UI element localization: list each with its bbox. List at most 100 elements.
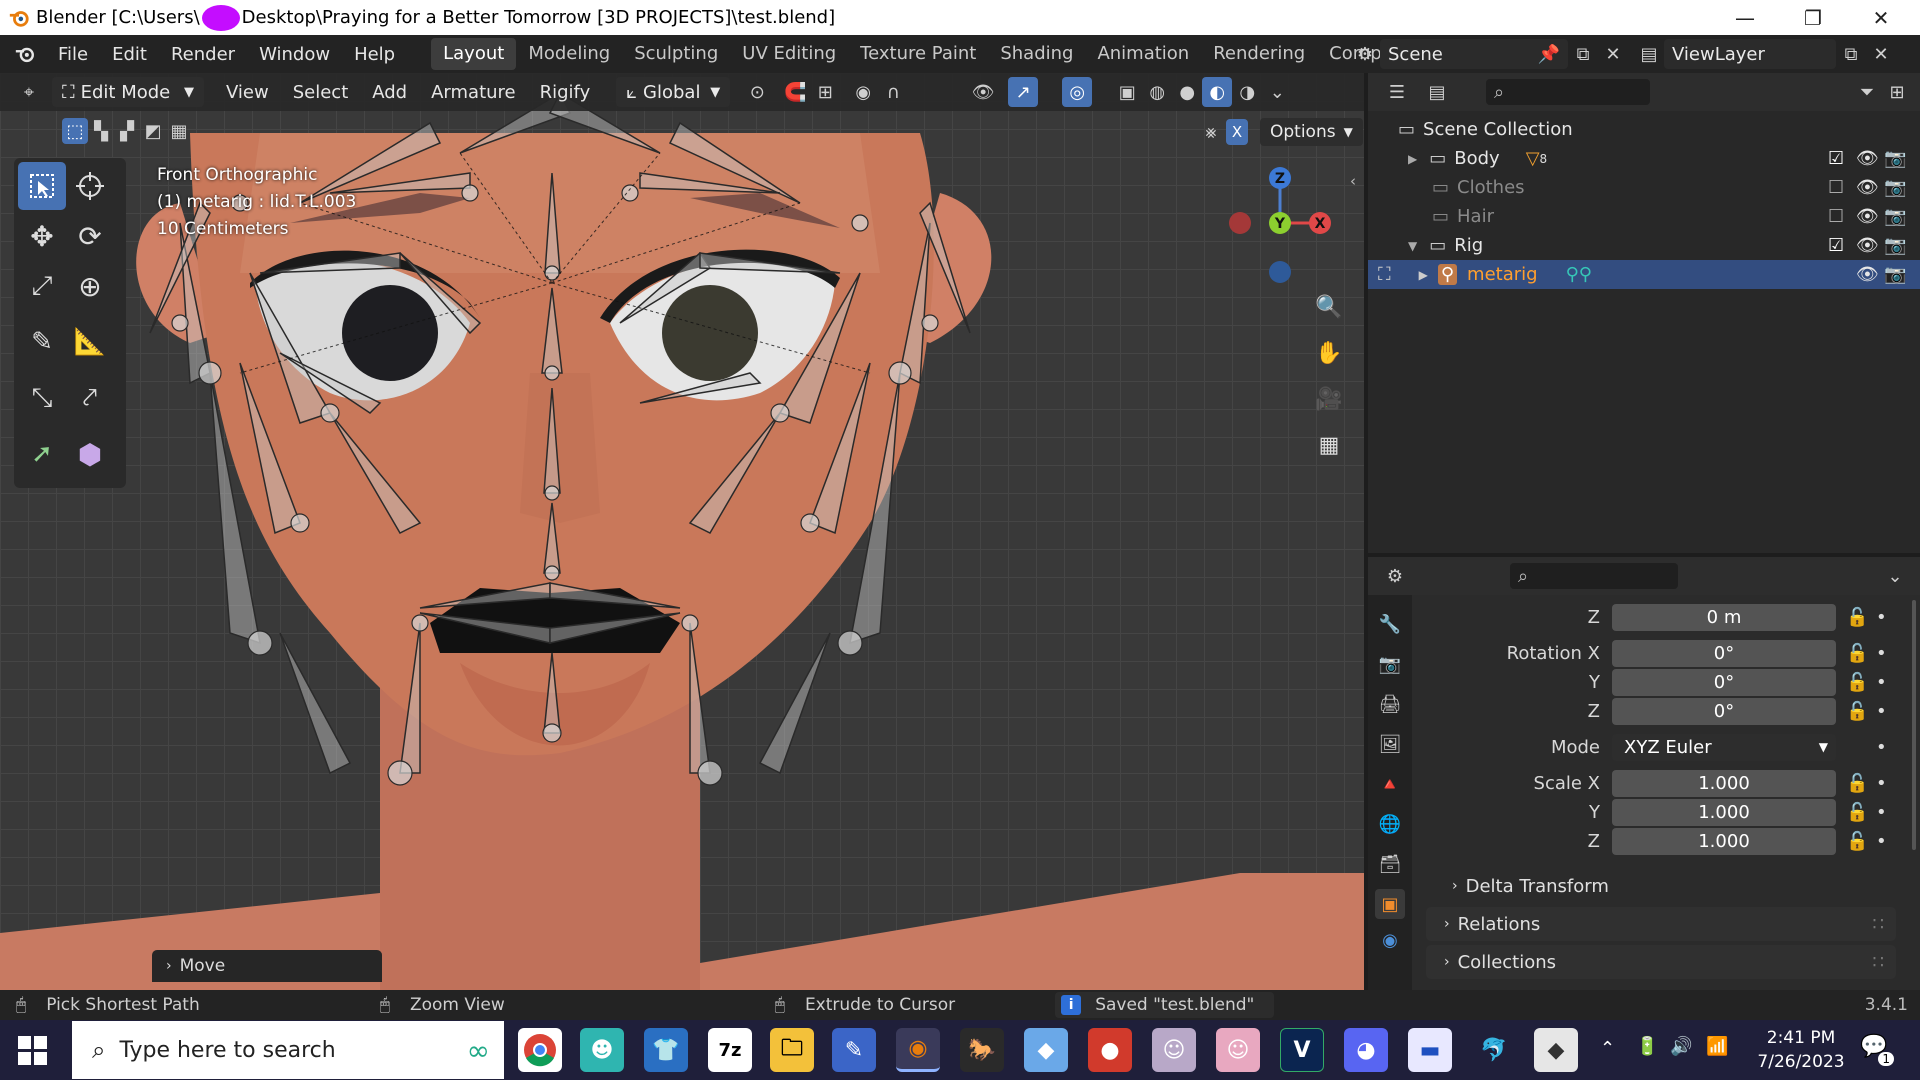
outliner-row-hair[interactable]: ▭ Hair ☐ 👁 📷	[1368, 202, 1920, 231]
menu-view[interactable]: View	[214, 82, 281, 103]
tab-sculpting[interactable]: Sculpting	[622, 38, 730, 70]
tab-shading[interactable]: Shading	[988, 38, 1085, 70]
select-invert-icon[interactable]: ◩	[140, 118, 166, 144]
mirror-icon[interactable]: ⨳	[1196, 117, 1226, 147]
new-viewlayer-icon[interactable]: ⧉	[1836, 39, 1866, 69]
physics-tab-icon[interactable]: ◉	[1375, 925, 1405, 955]
menu-edit[interactable]: Edit	[100, 44, 159, 65]
keyframe-dot-icon[interactable]: •	[1876, 672, 1887, 693]
exclude-checkbox-checked[interactable]: ☑	[1828, 235, 1844, 256]
menu-add[interactable]: Add	[360, 82, 419, 103]
rotation-mode-dropdown[interactable]: XYZ Euler ▼	[1612, 733, 1836, 761]
gizmo-neg-z-axis[interactable]	[1269, 261, 1291, 283]
eye-icon[interactable]: 👁	[1856, 177, 1879, 198]
game-icon[interactable]: 🐎	[960, 1028, 1004, 1072]
notification-icon[interactable]: 💬 1	[1860, 1034, 1894, 1066]
keyframe-dot-icon[interactable]: •	[1876, 831, 1887, 852]
anime-app-icon[interactable]: ☺	[1152, 1028, 1196, 1072]
rotation-x-field[interactable]: 0°	[1612, 639, 1836, 667]
menu-select[interactable]: Select	[281, 82, 361, 103]
eye-icon[interactable]: 👁	[1856, 206, 1879, 227]
new-scene-icon[interactable]: ⧉	[1568, 39, 1598, 69]
lock-icon[interactable]: 🔓	[1846, 607, 1868, 628]
status-report[interactable]: i Saved "test.blend"	[1055, 992, 1275, 1018]
taskbar-clock[interactable]: 2:41 PM 7/26/2023	[1746, 1026, 1856, 1074]
gizmo-toggle-icon[interactable]: ↗	[1008, 77, 1039, 107]
bone-size-tool[interactable]: ⤡	[18, 374, 66, 422]
lock-icon[interactable]: 🔓	[1846, 643, 1868, 664]
perspective-toggle-icon[interactable]: ▦	[1310, 426, 1348, 464]
snap-target-icon[interactable]: ⊞	[810, 77, 840, 107]
game-launcher-icon[interactable]: ●	[1088, 1028, 1132, 1072]
app-bird-icon[interactable]: 🐬	[1472, 1028, 1516, 1072]
eye-icon[interactable]: 👁	[1856, 264, 1879, 285]
miku-app-icon[interactable]: ☻	[580, 1028, 624, 1072]
discord-icon[interactable]: ◕	[1344, 1028, 1388, 1072]
editor-type-icon[interactable]: ⌖	[14, 77, 44, 107]
properties-editor-type-icon[interactable]: ⚙	[1380, 561, 1410, 591]
solid-shading-icon[interactable]: ●	[1172, 77, 1202, 107]
xray-toggle-icon[interactable]: ▣	[1112, 77, 1142, 107]
extrude-tool[interactable]: ➚	[18, 430, 66, 478]
edit-mode-toggle-icon[interactable]: ⛶	[1378, 264, 1391, 285]
proportional-edit-icon[interactable]: ◉	[848, 77, 878, 107]
bone-envelope-tool[interactable]: ⤤	[66, 374, 114, 422]
exclude-checkbox-unchecked[interactable]: ☐	[1828, 177, 1844, 198]
zoom-icon[interactable]: 🔍	[1310, 288, 1348, 326]
app-shirt-icon[interactable]: 👕	[644, 1028, 688, 1072]
object-tab-icon[interactable]: ▣	[1375, 889, 1405, 919]
keyframe-dot-icon[interactable]: •	[1876, 701, 1887, 722]
viewlayer-selector-icon[interactable]: ▤	[1634, 39, 1664, 69]
properties-options-icon[interactable]: ⌄	[1880, 561, 1910, 591]
navigation-gizmo[interactable]: Z X Y	[1220, 160, 1340, 290]
drag-handle-icon[interactable]: ∷	[1873, 914, 1884, 935]
outliner-row-body[interactable]: ▶ ▭ Body ▽ 8 ☑ 👁 📷	[1368, 144, 1920, 173]
lock-icon[interactable]: 🔓	[1846, 701, 1868, 722]
battery-icon[interactable]: 🔋	[1636, 1036, 1658, 1057]
tab-uv-editing[interactable]: UV Editing	[730, 38, 848, 70]
image-editor-icon[interactable]: ✎	[832, 1028, 876, 1072]
rotation-z-field[interactable]: 0°	[1612, 697, 1836, 725]
keyframe-dot-icon[interactable]: •	[1876, 607, 1887, 628]
menu-file[interactable]: File	[46, 44, 100, 65]
options-dropdown[interactable]: Options ▼	[1260, 118, 1363, 146]
scale-x-field[interactable]: 1.000	[1612, 769, 1836, 797]
drag-handle-icon[interactable]: ∷	[1873, 952, 1884, 973]
restore-button[interactable]: ❐	[1784, 0, 1842, 35]
keyframe-dot-icon[interactable]: •	[1876, 737, 1887, 758]
collapse-arrow-icon[interactable]: ▼	[1408, 239, 1417, 253]
relations-panel-header[interactable]: › Relations ∷	[1426, 907, 1896, 941]
lock-icon[interactable]: 🔓	[1846, 802, 1868, 823]
expand-arrow-icon[interactable]: ▶	[1408, 152, 1417, 166]
menu-rigify[interactable]: Rigify	[528, 82, 603, 103]
outliner-search-field[interactable]: ⌕	[1486, 79, 1650, 105]
menu-render[interactable]: Render	[159, 44, 247, 65]
properties-scrollbar[interactable]	[1912, 600, 1916, 850]
close-window-button[interactable]: ✕	[1852, 0, 1910, 35]
exclude-checkbox-checked[interactable]: ☑	[1828, 148, 1844, 169]
last-operator-panel[interactable]: › Move	[152, 950, 382, 982]
roll-tool[interactable]: ⬢	[66, 430, 114, 478]
camera-icon[interactable]: 📷	[1884, 177, 1906, 198]
taskbar-search[interactable]: ⌕ Type here to search ∞	[72, 1021, 504, 1079]
camera-icon[interactable]: 📷	[1884, 148, 1906, 169]
delete-viewlayer-icon[interactable]: ✕	[1866, 39, 1896, 69]
rendered-shading-icon[interactable]: ◑	[1232, 77, 1262, 107]
scale-y-field[interactable]: 1.000	[1612, 798, 1836, 826]
chrome-icon[interactable]	[518, 1028, 562, 1072]
tab-animation[interactable]: Animation	[1085, 38, 1201, 70]
shading-options-icon[interactable]: ⌄	[1262, 77, 1292, 107]
move-tool[interactable]: ✥	[18, 212, 66, 260]
7zip-icon[interactable]: 7z	[708, 1028, 752, 1072]
show-hidden-icons[interactable]: ⌃	[1600, 1038, 1615, 1059]
material-shading-icon[interactable]: ◐	[1202, 77, 1233, 107]
lock-icon[interactable]: 🔓	[1846, 773, 1868, 794]
scale-z-field[interactable]: 1.000	[1612, 827, 1836, 855]
pin-icon[interactable]: 📌	[1538, 44, 1560, 65]
camera-icon[interactable]: 📷	[1884, 235, 1906, 256]
expand-arrow-icon[interactable]: ▶	[1419, 268, 1428, 282]
outliner-row-rig[interactable]: ▼ ▭ Rig ☑ 👁 📷	[1368, 231, 1920, 260]
snap-icon[interactable]: 🧲	[780, 77, 810, 107]
select-subtract-icon[interactable]: ▞	[114, 118, 140, 144]
volume-icon[interactable]: 🔊	[1670, 1036, 1692, 1057]
